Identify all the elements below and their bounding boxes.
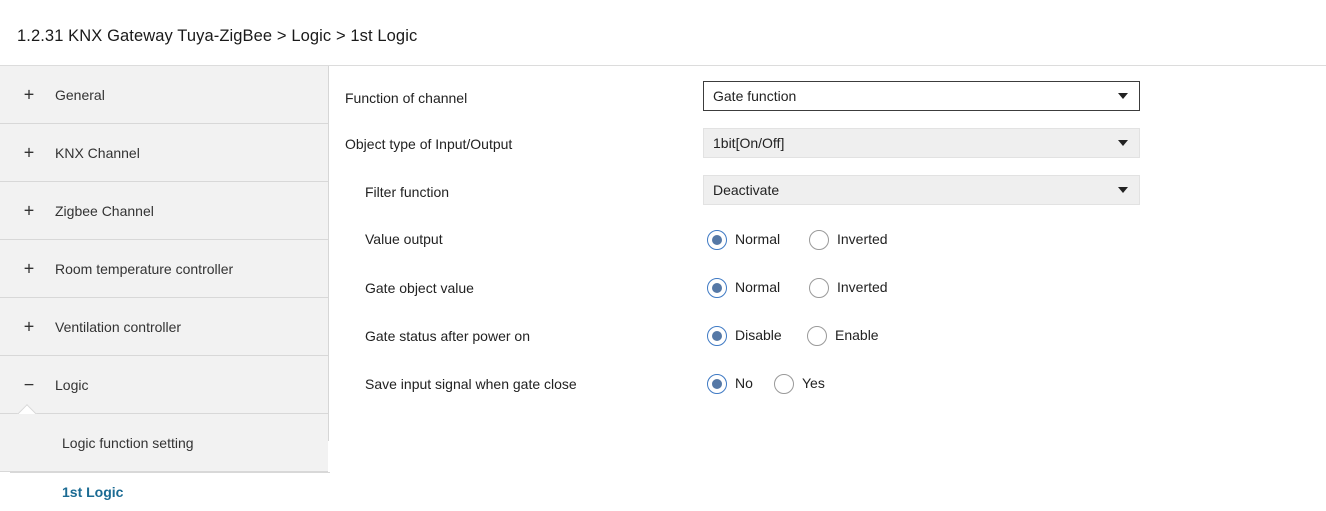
expand-plus-icon: + (23, 84, 35, 104)
function-of-channel-label: Function of channel (345, 90, 468, 106)
gate-status-power-on-label: Gate status after power on (365, 328, 530, 344)
dropdown-arrow-icon (1118, 140, 1128, 146)
sidebar-item-label: Logic (55, 376, 89, 393)
object-type-label: Object type of Input/Output (345, 136, 513, 152)
expand-plus-icon: + (23, 316, 35, 336)
filter-function-select[interactable]: Deactivate (703, 175, 1140, 205)
sidebar-item-room-temperature-controller[interactable]: + Room temperature controller (0, 240, 328, 298)
radio-unselected-icon (774, 374, 794, 394)
sidebar-item-label: Zigbee Channel (55, 202, 154, 219)
sidebar-item-label: KNX Channel (55, 144, 140, 161)
sidebar-divider (328, 66, 329, 441)
sidebar-item-label: General (55, 86, 105, 103)
radio-label: Normal (735, 231, 781, 247)
expand-plus-icon: + (23, 142, 35, 162)
sidebar-item-knx-channel[interactable]: + KNX Channel (0, 124, 328, 182)
sidebar-item-logic[interactable]: − Logic (0, 356, 328, 424)
parameter-panel: Function of channel Gate function Object… (330, 66, 1326, 511)
radio-selected-icon (707, 374, 727, 394)
select-value: Gate function (713, 88, 797, 104)
filter-function-label: Filter function (365, 184, 450, 200)
sidebar-item-zigbee-channel[interactable]: + Zigbee Channel (0, 182, 328, 240)
collapse-minus-icon: − (23, 374, 35, 394)
select-value: Deactivate (713, 182, 780, 198)
radio-label: Yes (802, 375, 825, 391)
title-bar: 1.2.31 KNX Gateway Tuya-ZigBee > Logic >… (0, 0, 1326, 66)
sidebar-subitem-logic-function-setting[interactable]: Logic function setting (0, 414, 328, 472)
radio-unselected-icon (809, 278, 829, 298)
sidebar-item-label: Ventilation controller (55, 318, 182, 335)
radio-unselected-icon (809, 230, 829, 250)
radio-label: No (735, 375, 753, 391)
radio-label: Disable (735, 327, 782, 343)
object-type-select[interactable]: 1bit[On/Off] (703, 128, 1140, 158)
sidebar-subitem-label: 1st Logic (62, 484, 124, 500)
radio-label: Normal (735, 279, 781, 295)
sidebar-item-ventilation-controller[interactable]: + Ventilation controller (0, 298, 328, 356)
radio-label: Inverted (837, 279, 888, 295)
sidebar-item-label: Room temperature controller (55, 260, 234, 277)
radio-label: Inverted (837, 231, 888, 247)
breadcrumb-title: 1.2.31 KNX Gateway Tuya-ZigBee > Logic >… (17, 27, 418, 45)
expand-plus-icon: + (23, 200, 35, 220)
radio-unselected-icon (807, 326, 827, 346)
radio-label: Enable (835, 327, 879, 343)
function-of-channel-select[interactable]: Gate function (703, 81, 1140, 111)
save-input-signal-label: Save input signal when gate close (365, 376, 577, 392)
radio-selected-icon (707, 230, 727, 250)
radio-selected-icon (707, 278, 727, 298)
gate-object-value-label: Gate object value (365, 280, 474, 296)
expand-plus-icon: + (23, 258, 35, 278)
sidebar-subitem-label: Logic function setting (62, 434, 194, 451)
sidebar: + General + KNX Channel + Zigbee Channel… (0, 66, 330, 511)
radio-selected-icon (707, 326, 727, 346)
value-output-label: Value output (365, 231, 443, 247)
dropdown-arrow-icon (1118, 187, 1128, 193)
sidebar-item-general[interactable]: + General (0, 66, 328, 124)
dropdown-arrow-icon (1118, 93, 1128, 99)
select-value: 1bit[On/Off] (713, 135, 785, 151)
sidebar-subitem-1st-logic[interactable]: 1st Logic (10, 472, 330, 511)
